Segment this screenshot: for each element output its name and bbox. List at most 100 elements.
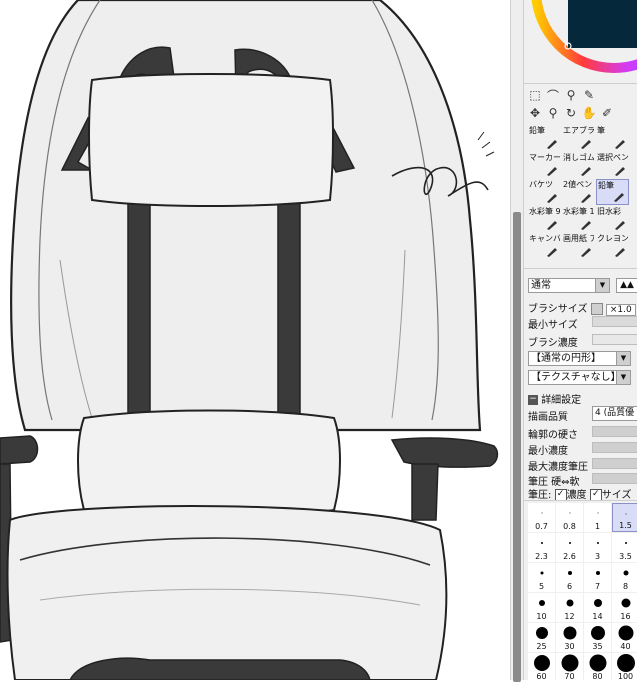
color-square[interactable] xyxy=(568,0,637,48)
advanced-settings-title: 詳細設定 xyxy=(541,395,582,406)
pipette-icon[interactable]: ✐ xyxy=(600,106,614,120)
brush-slot[interactable]: マーカー xyxy=(528,152,561,178)
pressure-softness-slider[interactable] xyxy=(592,473,637,484)
size-preset[interactable]: 60 xyxy=(528,653,555,680)
rotate-icon[interactable]: ↻ xyxy=(564,106,578,120)
zoom-icon[interactable]: ⚲ xyxy=(546,106,560,120)
brush-density-slider[interactable] xyxy=(592,334,637,345)
brush-label: 旧水彩 xyxy=(597,207,621,216)
brush-size-toggle[interactable] xyxy=(590,303,603,315)
size-preset[interactable]: 3.5 xyxy=(612,533,637,562)
size-preset[interactable]: 0.8 xyxy=(556,503,583,532)
brush-slot[interactable]: 2値ペン xyxy=(562,179,595,205)
brush-size-multiplier[interactable]: ×1.0 xyxy=(605,304,636,316)
size-value: 16 xyxy=(620,612,631,621)
brush-slot[interactable]: 水彩筆 10版 xyxy=(562,206,595,232)
size-dot xyxy=(595,571,600,575)
size-preset[interactable]: 3 xyxy=(584,533,611,562)
size-preset[interactable]: 1.5 xyxy=(612,503,637,532)
brush-label: クレヨン xyxy=(597,234,628,243)
size-preset[interactable]: 5 xyxy=(528,563,555,592)
size-dot xyxy=(624,542,627,544)
canvas-scrollbar[interactable] xyxy=(510,0,524,682)
brush-slot[interactable]: 旧水彩 xyxy=(596,206,629,232)
brush-slot[interactable]: 鉛筆 xyxy=(596,179,629,205)
size-preset[interactable]: 8 xyxy=(612,563,637,592)
pencil-icon xyxy=(547,140,557,149)
brush-slot[interactable]: エアブラシ xyxy=(562,125,595,151)
size-preset[interactable]: 80 xyxy=(584,653,611,680)
brush-slot[interactable]: 画用紙 アクリル xyxy=(562,233,595,259)
eyedropper-icon[interactable]: ✎ xyxy=(582,88,596,102)
size-preset[interactable]: 2.3 xyxy=(528,533,555,562)
pencil-icon xyxy=(614,193,624,202)
magic-wand-icon[interactable]: ⚲ xyxy=(564,88,578,102)
size-preset[interactable]: 40 xyxy=(612,623,637,652)
old-watercolor-icon xyxy=(615,221,625,230)
size-value: 5 xyxy=(538,582,545,591)
brush-slot[interactable]: 選択ペン xyxy=(596,152,629,178)
brush-label: 水彩筆 9版 xyxy=(529,207,560,216)
min-density-slider[interactable] xyxy=(592,442,637,453)
size-dot xyxy=(538,600,545,606)
max-density-slider[interactable] xyxy=(592,458,637,469)
size-preset[interactable]: 10 xyxy=(528,593,555,622)
chevron-down-icon: ▼ xyxy=(616,352,630,365)
size-preset[interactable]: 0.7 xyxy=(528,503,555,532)
size-preset[interactable]: 12 xyxy=(556,593,583,622)
size-dot xyxy=(590,626,605,640)
brush-slot[interactable]: バケツ xyxy=(528,179,561,205)
brush-size-grid: 0.7 0.8 1 1.5 2.3 2.6 3 3.5 5 6 7 8 10 12 14 16 25 30 35 40… xyxy=(528,503,637,680)
brush-label: バケツ xyxy=(529,180,553,189)
brush-slot[interactable]: 消しゴム xyxy=(562,152,595,178)
size-preset[interactable]: 25 xyxy=(528,623,555,652)
size-preset[interactable]: 30 xyxy=(556,623,583,652)
size-dot xyxy=(566,599,573,607)
size-value: 7 xyxy=(594,582,601,591)
min-density-label: 最小濃度 xyxy=(528,446,568,457)
quality-select[interactable]: 4 (品質優 xyxy=(592,406,637,421)
rect-select-icon[interactable]: ⬚ xyxy=(528,88,542,102)
lasso-icon[interactable]: ⌒ xyxy=(546,88,560,103)
hand-icon[interactable]: ✋ xyxy=(582,106,597,120)
size-dot xyxy=(561,654,578,672)
brush-shape-select[interactable]: 【通常の円形】 ▼ xyxy=(528,351,631,366)
texture-select[interactable]: 【テクスチャなし】 ▼ xyxy=(528,370,631,385)
size-preset[interactable]: 2.6 xyxy=(556,533,583,562)
size-value: 3 xyxy=(594,552,601,561)
size-preset[interactable]: 6 xyxy=(556,563,583,592)
advanced-settings-header[interactable]: − 詳細設定 xyxy=(528,391,581,406)
brush-slot[interactable]: 鉛筆 xyxy=(528,125,561,151)
blend-mode-select[interactable]: 通常 ▼ xyxy=(528,278,610,293)
binary-pen-icon xyxy=(581,194,591,203)
canvas-acrylic-icon xyxy=(547,248,557,257)
hardness-slider[interactable] xyxy=(592,426,637,437)
size-dot xyxy=(563,626,576,640)
size-value: 10 xyxy=(536,612,547,621)
size-value: 6 xyxy=(566,582,573,591)
brush-slot[interactable]: クレヨン xyxy=(596,233,629,259)
scrollbar-thumb[interactable] xyxy=(513,212,521,682)
opacity-protect-button[interactable]: ▲▲ xyxy=(616,278,637,293)
size-preset[interactable]: 16 xyxy=(612,593,637,622)
size-value: 70 xyxy=(564,672,575,680)
chevron-down-icon: ▼ xyxy=(616,371,630,384)
size-preset[interactable]: 35 xyxy=(584,623,611,652)
drawing-canvas[interactable] xyxy=(0,0,510,680)
brush-slot[interactable]: 水彩筆 9版 xyxy=(528,206,561,232)
min-size-slider[interactable] xyxy=(592,316,637,327)
move-icon[interactable]: ✥ xyxy=(528,106,542,120)
brush-slot[interactable]: 筆 xyxy=(596,125,629,151)
brush-slot[interactable]: キャンバス アクリル xyxy=(528,233,561,259)
size-value: 60 xyxy=(536,672,547,680)
size-preset[interactable]: 100 xyxy=(612,653,637,680)
blend-mode-value: 通常 xyxy=(531,280,551,291)
size-preset[interactable]: 1 xyxy=(584,503,611,532)
size-preset[interactable]: 7 xyxy=(584,563,611,592)
size-preset[interactable]: 70 xyxy=(556,653,583,680)
chair-illustration xyxy=(0,0,499,680)
size-preset[interactable]: 14 xyxy=(584,593,611,622)
color-wheel[interactable] xyxy=(524,0,637,82)
size-dot xyxy=(596,542,599,544)
max-density-label: 最大濃度筆圧 xyxy=(528,462,588,473)
